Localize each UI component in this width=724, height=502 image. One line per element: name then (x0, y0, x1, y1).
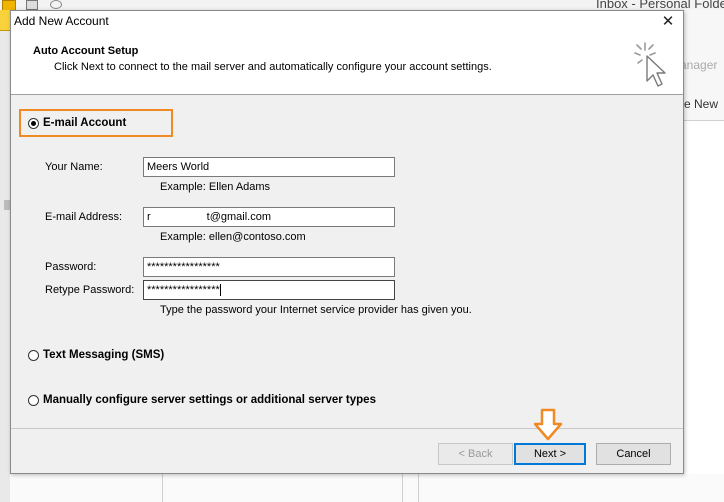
footer-separator (11, 428, 683, 429)
dialog-content: E-mail Account Your Name: Meers World Ex… (11, 95, 683, 428)
down-arrow-annotation-icon (533, 408, 563, 441)
email-address-label: E-mail Address: (45, 211, 123, 223)
password-hint: Type the password your Internet service … (160, 304, 472, 316)
undo-icon[interactable] (50, 0, 62, 9)
manual-configure-radio[interactable] (28, 394, 39, 406)
text-messaging-label: Text Messaging (SMS) (43, 349, 165, 361)
wizard-cursor-icon (634, 42, 666, 87)
email-address-input[interactable]: r t@gmail.com (143, 207, 395, 227)
your-name-example: Example: Ellen Adams (160, 181, 271, 193)
manual-configure-option[interactable]: Manually configure server settings or ad… (28, 394, 376, 406)
dialog-titlebar[interactable]: Add New Account ✕ (11, 11, 683, 33)
background-bottom-area (10, 474, 724, 502)
text-caret (219, 284, 221, 297)
close-button[interactable]: ✕ (653, 11, 683, 33)
background-divider (162, 474, 163, 502)
email-account-option[interactable]: E-mail Account (28, 117, 126, 129)
email-value-end: t@gmail.com (206, 211, 272, 223)
add-new-account-dialog: Add New Account ✕ Auto Account Setup Cli… (10, 10, 684, 474)
text-messaging-option[interactable]: Text Messaging (SMS) (28, 349, 164, 361)
background-divider (418, 474, 419, 502)
email-account-radio[interactable] (28, 117, 39, 129)
dialog-title: Add New Account (14, 14, 109, 28)
background-divider (402, 474, 403, 502)
header-title: Auto Account Setup (33, 45, 139, 57)
background-manager-text: anager (680, 58, 718, 72)
background-new-text: e New (684, 97, 719, 111)
password-label: Password: (45, 261, 97, 273)
dialog-header: Auto Account Setup Click Next to connect… (11, 33, 683, 95)
email-value-start: r (147, 211, 151, 223)
screen: Inbox - Personal Folders - Mic anager e … (0, 0, 724, 502)
next-button[interactable]: Next > (514, 443, 586, 465)
your-name-input[interactable]: Meers World (143, 157, 395, 177)
email-example: Example: ellen@contoso.com (160, 231, 306, 243)
background-left-pane (0, 10, 10, 502)
cancel-button[interactable]: Cancel (596, 443, 671, 465)
email-account-label: E-mail Account (43, 117, 127, 129)
manual-configure-label: Manually configure server settings or ad… (43, 394, 376, 406)
text-messaging-radio[interactable] (28, 349, 39, 361)
your-name-label: Your Name: (45, 161, 103, 173)
header-subtitle: Click Next to connect to the mail server… (54, 61, 492, 73)
background-file-tab[interactable] (0, 10, 10, 31)
retype-password-value: ***************** (147, 284, 220, 296)
save-icon[interactable] (26, 0, 38, 10)
retype-password-label: Retype Password: (45, 284, 135, 296)
password-input[interactable]: ***************** (143, 257, 395, 277)
retype-password-input[interactable]: ***************** (143, 280, 395, 300)
back-button[interactable]: < Back (438, 443, 513, 465)
